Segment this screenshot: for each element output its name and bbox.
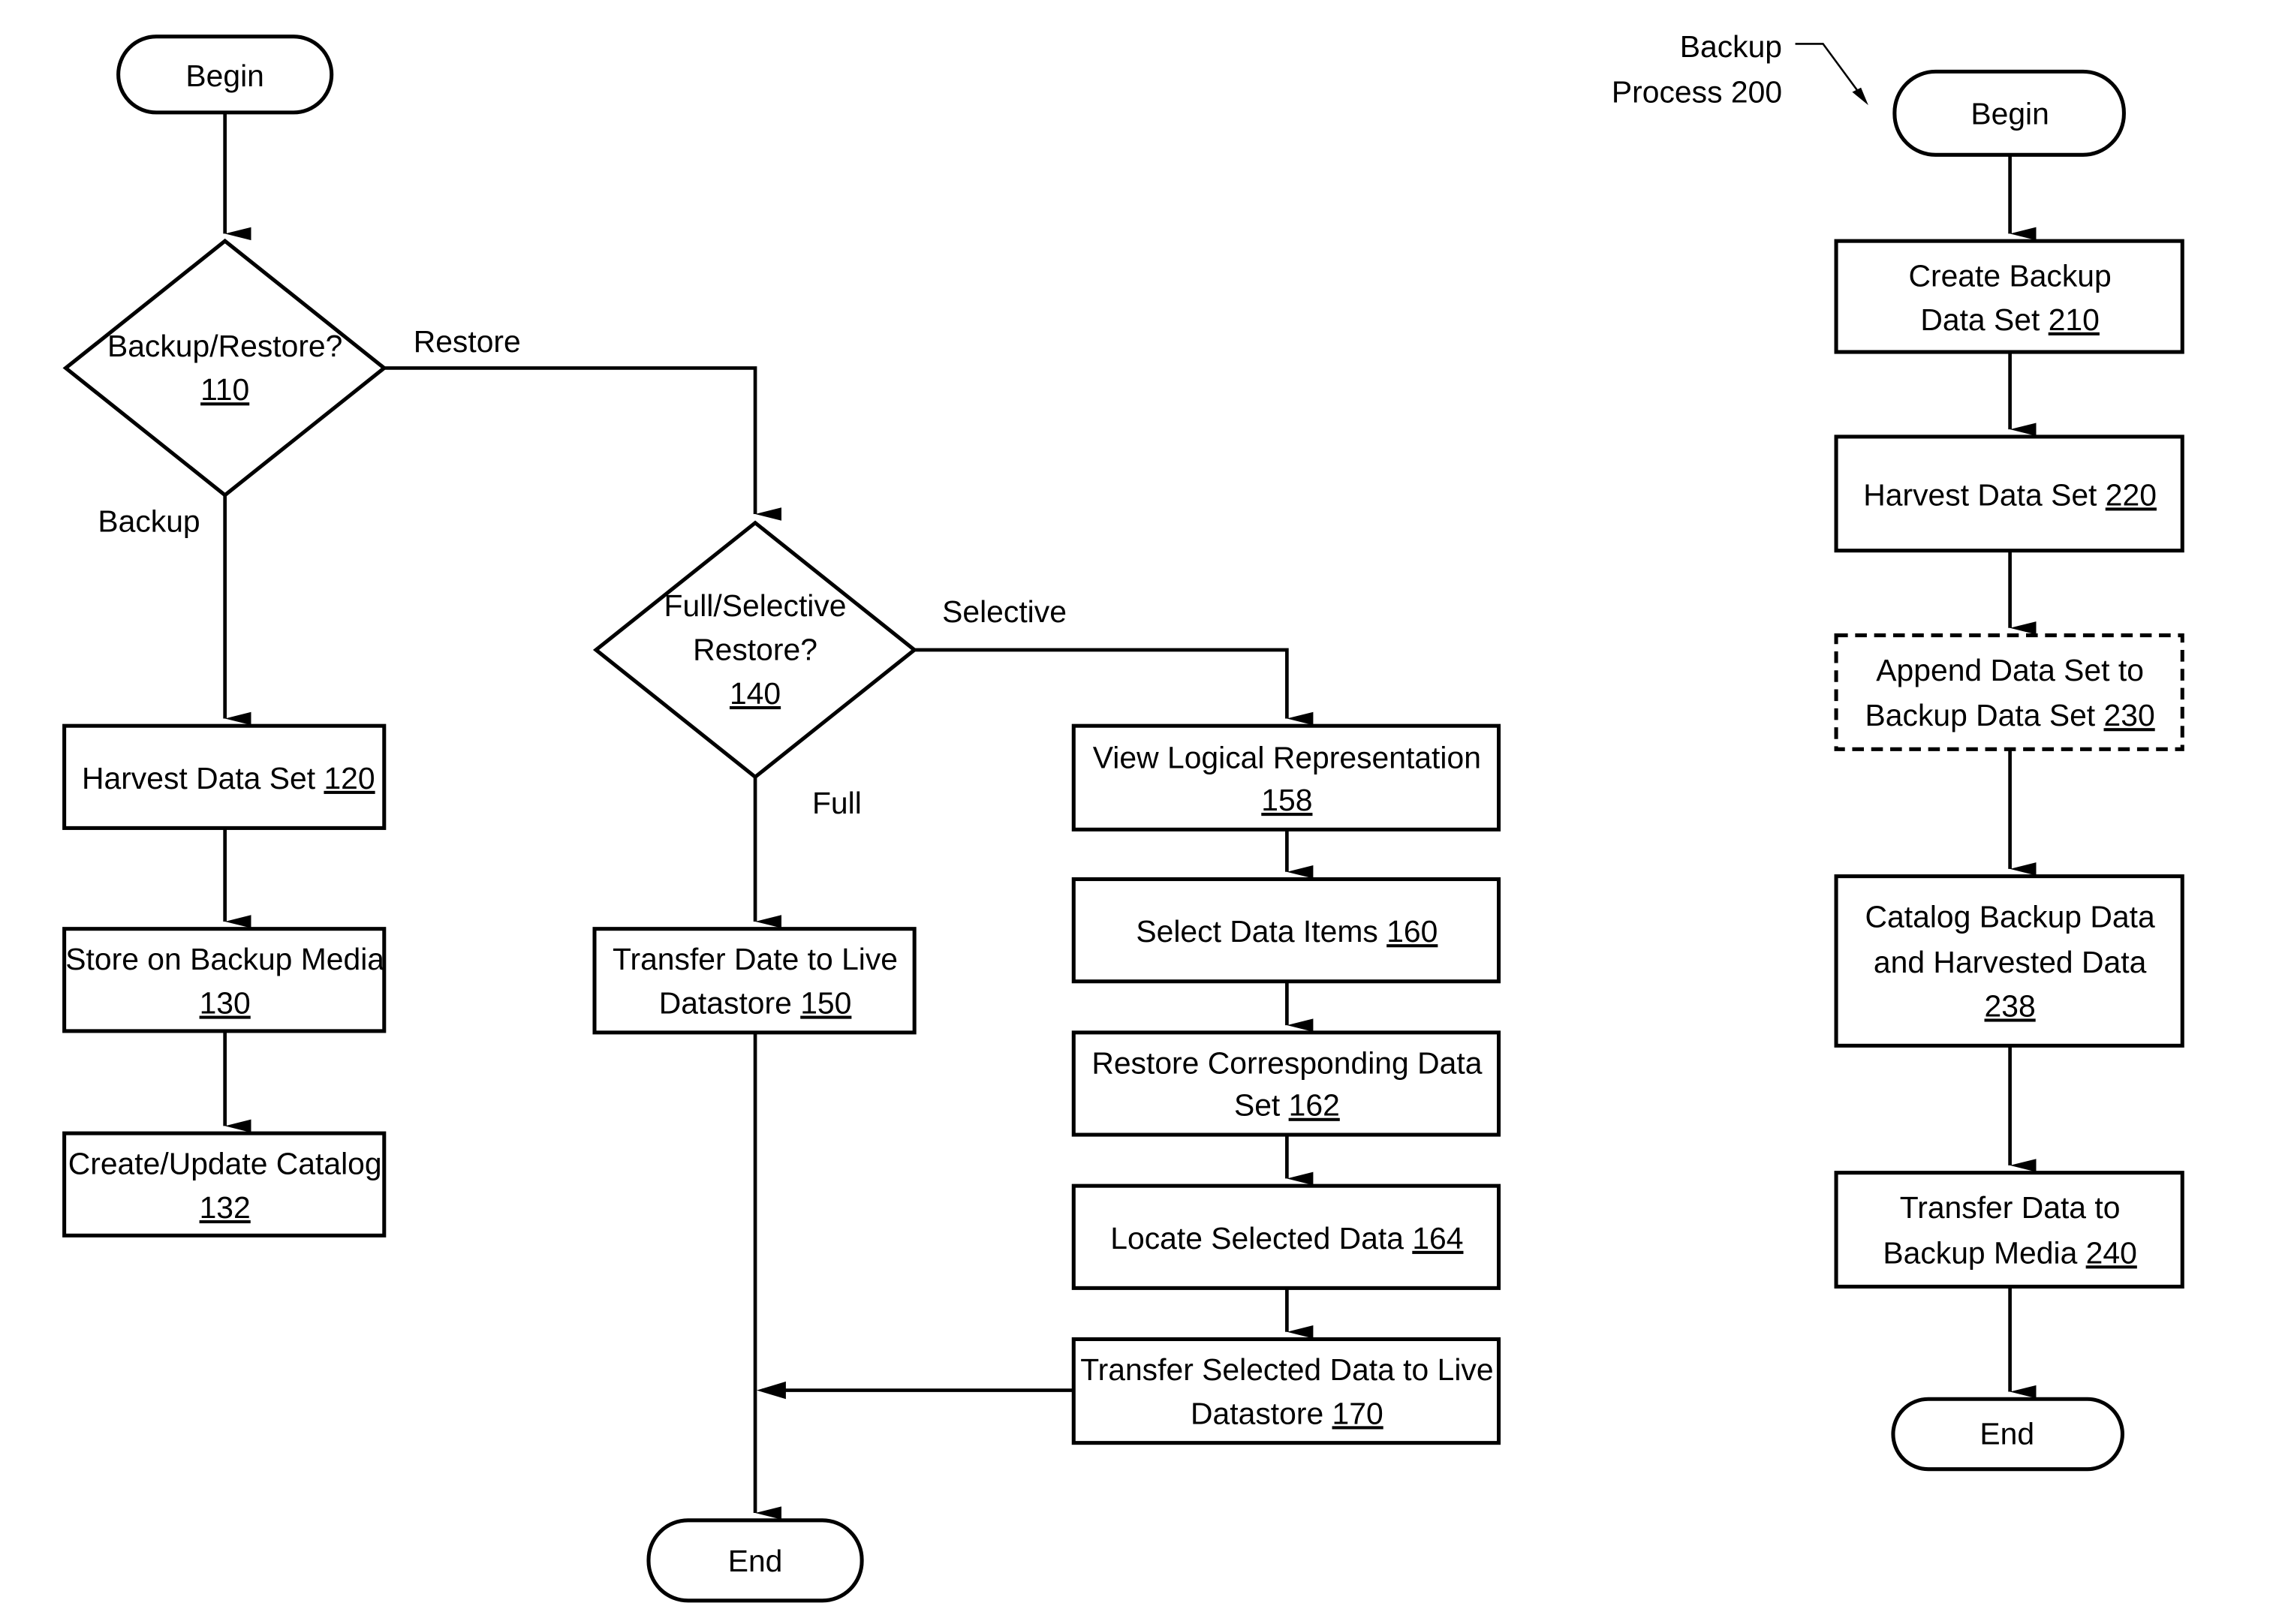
step-170: Transfer Selected Data to Live Datastore… bbox=[1071, 1337, 1501, 1445]
step-132-ref: 132 bbox=[200, 1190, 251, 1225]
svg-text:Datastore 150: Datastore 150 bbox=[659, 986, 852, 1021]
step-220-ref: 220 bbox=[2106, 477, 2157, 512]
process-label-line2: Process 200 bbox=[1612, 74, 1782, 109]
backup-begin-terminal: Begin bbox=[1892, 69, 2126, 157]
backup-begin-label: Begin bbox=[1970, 96, 2049, 131]
process-pointer-arrowhead-icon bbox=[1852, 87, 1868, 106]
svg-text:Set 162: Set 162 bbox=[1234, 1088, 1340, 1123]
svg-text:Select Data Items 160: Select Data Items 160 bbox=[1136, 914, 1438, 949]
decision-110: Backup/Restore? 110 bbox=[62, 238, 387, 498]
step-210-label-line2: Data Set bbox=[1920, 302, 2048, 337]
step-160-ref: 160 bbox=[1386, 914, 1438, 949]
step-132: Create/Update Catalog 132 bbox=[62, 1131, 387, 1238]
svg-text:Backup Data Set 230: Backup Data Set 230 bbox=[1865, 698, 2155, 732]
step-132-label: Create/Update Catalog bbox=[68, 1147, 382, 1181]
process-label-line1: Backup bbox=[1680, 29, 1782, 64]
process-pointer-line bbox=[1795, 43, 1865, 101]
step-230: Append Data Set to Backup Data Set 230 bbox=[1834, 633, 2184, 751]
step-162-label-line1: Restore Corresponding Data bbox=[1091, 1045, 1482, 1080]
end-terminal: End bbox=[646, 1518, 864, 1603]
svg-text:Locate Selected Data 164: Locate Selected Data 164 bbox=[1110, 1221, 1463, 1256]
step-130-ref: 130 bbox=[200, 986, 251, 1021]
svg-text:Datastore 170: Datastore 170 bbox=[1191, 1396, 1383, 1430]
step-238-ref: 238 bbox=[1985, 988, 2036, 1023]
decision-140-ref: 140 bbox=[730, 676, 781, 711]
decision-140: Full/Selective Restore? 140 bbox=[592, 520, 918, 780]
step-240-label-line2: Backup Media bbox=[1883, 1235, 2085, 1270]
connector-140-158 bbox=[914, 648, 1314, 726]
begin-terminal: Begin bbox=[116, 35, 334, 115]
step-164-ref: 164 bbox=[1412, 1221, 1463, 1256]
step-230-ref: 230 bbox=[2104, 698, 2155, 732]
step-220: Harvest Data Set 220 bbox=[1834, 435, 2184, 553]
begin-label: Begin bbox=[185, 59, 264, 93]
step-210: Create Backup Data Set 210 bbox=[1834, 239, 2184, 354]
step-170-label-line2: Datastore bbox=[1191, 1396, 1332, 1430]
decision-140-label-line1: Full/Selective bbox=[664, 588, 847, 623]
step-238-label-line1: Catalog Backup Data bbox=[1865, 900, 2155, 934]
branch-label-backup: Backup bbox=[98, 504, 200, 538]
step-240: Transfer Data to Backup Media 240 bbox=[1834, 1171, 2184, 1289]
branch-label-selective: Selective bbox=[942, 594, 1067, 629]
backup-end-terminal: End bbox=[1891, 1397, 2124, 1472]
backup-end-label: End bbox=[1979, 1417, 2034, 1451]
step-210-label-line1: Create Backup bbox=[1908, 258, 2111, 293]
svg-text:Harvest Data Set 120: Harvest Data Set 120 bbox=[82, 761, 375, 795]
step-162-ref: 162 bbox=[1289, 1088, 1340, 1123]
step-160-label: Select Data Items bbox=[1136, 914, 1386, 949]
step-240-label-line1: Transfer Data to bbox=[1900, 1190, 2121, 1225]
decision-110-ref: 110 bbox=[200, 372, 249, 407]
step-164: Locate Selected Data 164 bbox=[1071, 1183, 1501, 1290]
step-150-label-line1: Transfer Date to Live bbox=[613, 942, 898, 976]
step-230-label-line2: Backup Data Set bbox=[1865, 698, 2104, 732]
step-150: Transfer Date to Live Datastore 150 bbox=[592, 927, 917, 1035]
step-238: Catalog Backup Data and Harvested Data 2… bbox=[1834, 874, 2184, 1048]
step-130: Store on Backup Media 130 bbox=[62, 927, 387, 1033]
flowchart: .shape { fill:#fff; stroke:#000; stroke-… bbox=[62, 29, 2184, 1603]
step-120-ref: 120 bbox=[324, 761, 375, 795]
step-238-label-line2: and Harvested Data bbox=[1874, 945, 2147, 979]
step-170-ref: 170 bbox=[1332, 1396, 1383, 1430]
step-120-label: Harvest Data Set bbox=[82, 761, 324, 795]
step-150-label-line2: Datastore bbox=[659, 986, 801, 1021]
branch-label-restore: Restore bbox=[414, 324, 521, 359]
step-158-ref: 158 bbox=[1261, 783, 1312, 817]
end-label: End bbox=[728, 1544, 783, 1578]
step-130-label: Store on Backup Media bbox=[65, 942, 384, 976]
svg-text:Data Set 210: Data Set 210 bbox=[1920, 302, 2100, 337]
step-164-label: Locate Selected Data bbox=[1110, 1221, 1412, 1256]
step-162: Restore Corresponding Data Set 162 bbox=[1071, 1030, 1501, 1137]
branch-label-full: Full bbox=[812, 786, 862, 820]
step-158: View Logical Representation 158 bbox=[1071, 723, 1501, 832]
svg-text:Harvest Data Set 220: Harvest Data Set 220 bbox=[1863, 477, 2157, 512]
decision-110-label: Backup/Restore? bbox=[107, 329, 342, 363]
step-230-label-line1: Append Data Set to bbox=[1876, 653, 2144, 687]
step-160: Select Data Items 160 bbox=[1071, 877, 1501, 984]
svg-text:Backup Media 240: Backup Media 240 bbox=[1883, 1235, 2136, 1270]
step-170-label-line1: Transfer Selected Data to Live bbox=[1080, 1352, 1493, 1387]
decision-140-label-line2: Restore? bbox=[693, 633, 817, 667]
step-120: Harvest Data Set 120 bbox=[62, 723, 387, 830]
connector-110-140 bbox=[384, 366, 782, 521]
step-162-label-line2: Set bbox=[1234, 1088, 1289, 1123]
step-150-ref: 150 bbox=[800, 986, 851, 1021]
step-210-ref: 210 bbox=[2049, 302, 2100, 337]
step-240-ref: 240 bbox=[2086, 1235, 2137, 1270]
step-158-label: View Logical Representation bbox=[1093, 741, 1481, 775]
merge-arrowhead-icon bbox=[757, 1381, 786, 1400]
step-220-label: Harvest Data Set bbox=[1863, 477, 2105, 512]
